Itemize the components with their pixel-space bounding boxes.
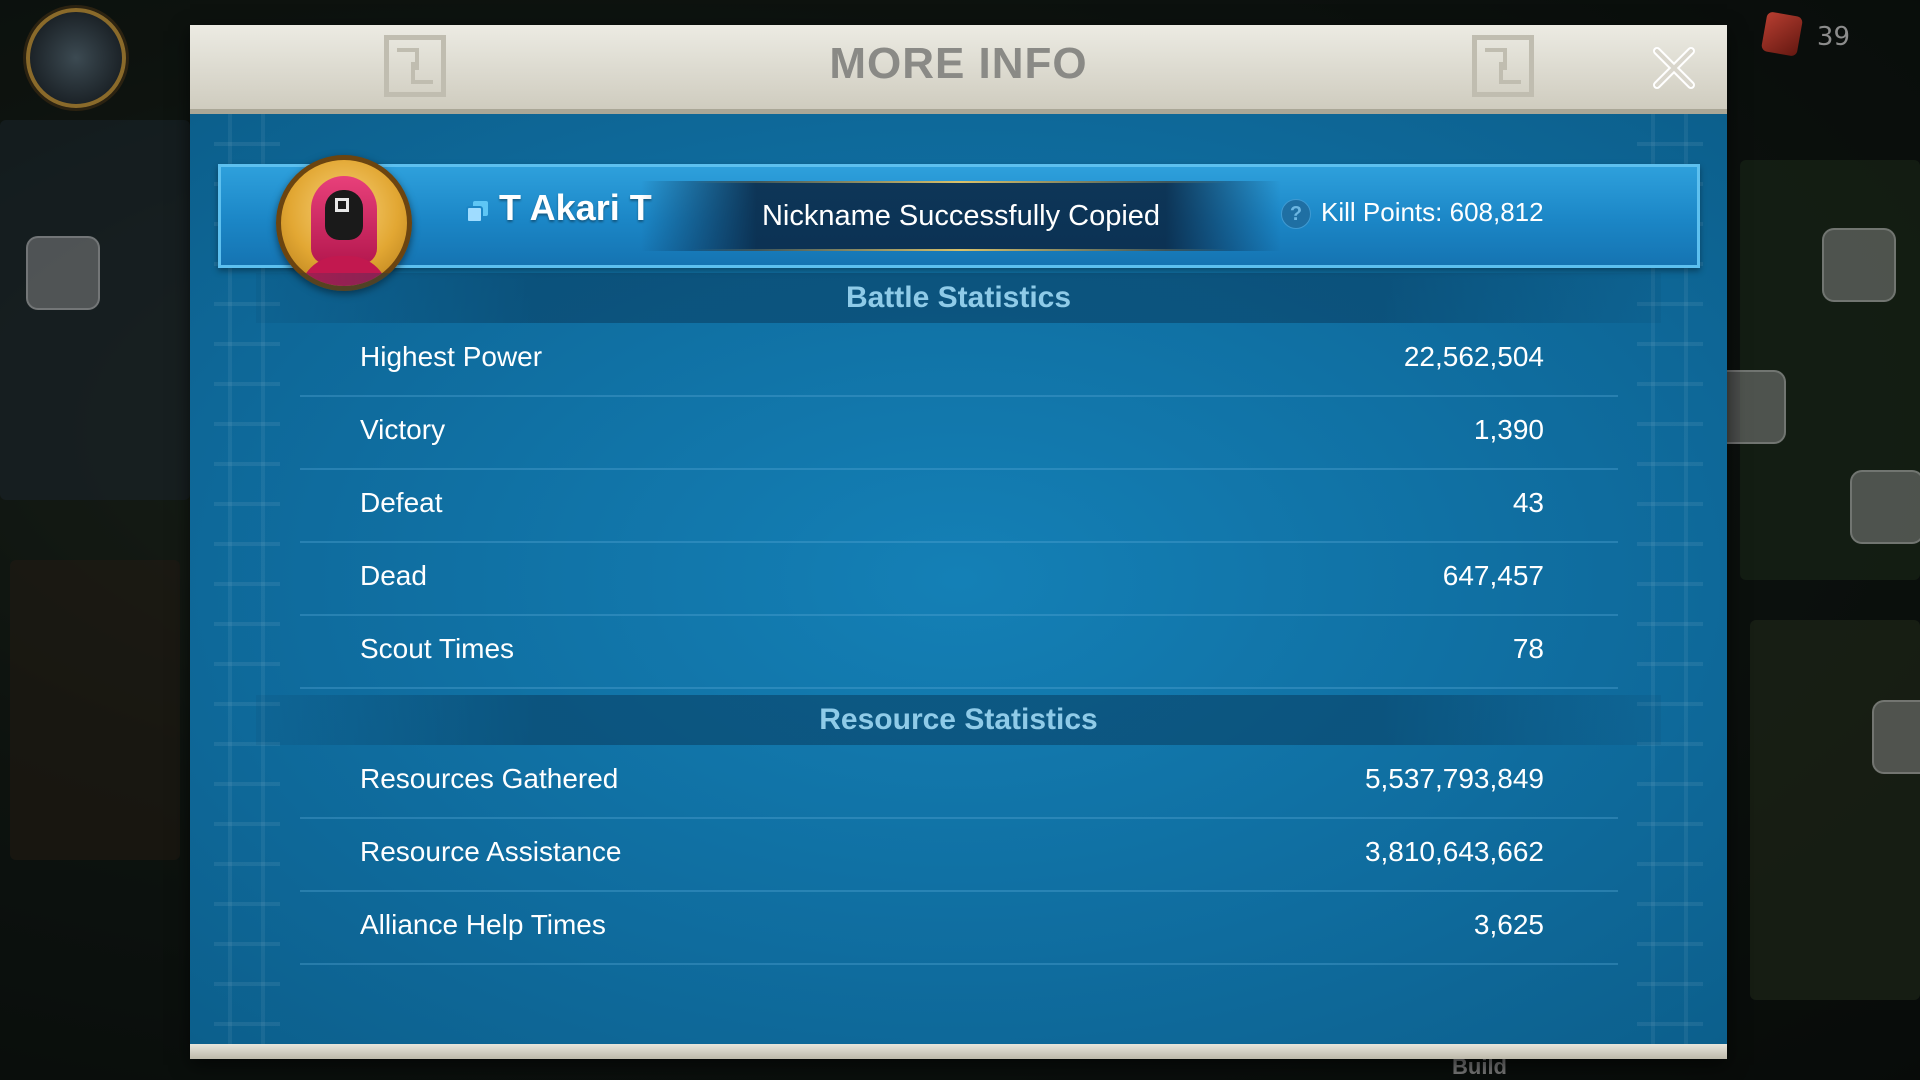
stat-row: Dead 647,457 — [300, 542, 1618, 616]
resource-bubble[interactable] — [1872, 700, 1920, 774]
stat-row: Alliance Help Times 3,625 — [300, 891, 1618, 965]
copy-icon[interactable] — [465, 199, 491, 225]
stat-row: Highest Power 22,562,504 — [300, 323, 1618, 397]
toast-text: Nickname Successfully Copied — [761, 199, 1161, 232]
stat-row: Victory 1,390 — [300, 396, 1618, 470]
player-avatar-hud[interactable] — [26, 8, 126, 108]
stat-row: Scout Times 78 — [300, 615, 1618, 689]
stat-value: 3,625 — [1473, 909, 1544, 940]
stat-label: Victory — [360, 414, 446, 445]
player-name[interactable]: T Akari T — [499, 187, 652, 229]
kill-points: Kill Points: 608,812 — [1321, 197, 1544, 227]
stat-label: Highest Power — [360, 341, 543, 372]
more-info-modal: MORE INFO T Akari T Nickname Successfull… — [190, 25, 1727, 1059]
modal-title: MORE INFO — [829, 39, 1088, 88]
copied-toast: Nickname Successfully Copied — [641, 181, 1281, 251]
quest-bubble[interactable] — [26, 236, 100, 310]
modal-body: T Akari T Nickname Successfully Copied ?… — [190, 114, 1727, 1044]
stat-label: Scout Times — [360, 633, 515, 664]
stat-value: 5,537,793,849 — [1364, 763, 1544, 794]
help-icon[interactable]: ? — [1281, 199, 1311, 229]
stat-value: 78 — [1512, 633, 1544, 664]
gem-icon — [1760, 11, 1804, 57]
stat-value: 1,390 — [1473, 414, 1544, 445]
stat-value: 22,562,504 — [1403, 341, 1544, 372]
hud-counter: 39 — [1816, 22, 1850, 52]
resource-statistics-header: Resource Statistics — [256, 695, 1661, 745]
stat-row: Defeat 43 — [300, 469, 1618, 543]
stat-row: Resources Gathered 5,537,793,849 — [300, 745, 1618, 819]
avatar-mask — [325, 190, 363, 240]
stat-value: 647,457 — [1442, 560, 1544, 591]
player-avatar[interactable] — [276, 155, 412, 291]
battle-statistics-header: Battle Statistics — [256, 273, 1661, 323]
stat-value: 43 — [1512, 487, 1544, 518]
stat-label: Alliance Help Times — [360, 909, 606, 940]
modal-footer — [190, 1044, 1727, 1059]
stat-label: Defeat — [360, 487, 443, 518]
stat-label: Resource Assistance — [360, 836, 622, 867]
stat-label: Resources Gathered — [360, 763, 619, 794]
close-icon — [1653, 47, 1695, 89]
stat-row: Resource Assistance 3,810,643,662 — [300, 818, 1618, 892]
stat-value: 3,810,643,662 — [1364, 836, 1544, 867]
stat-label: Dead — [360, 560, 427, 591]
resource-bubble[interactable] — [1822, 228, 1896, 302]
modal-header: MORE INFO — [190, 25, 1727, 114]
player-banner: T Akari T Nickname Successfully Copied ?… — [218, 155, 1700, 291]
close-button[interactable] — [1645, 39, 1703, 97]
resource-bubble[interactable] — [1850, 470, 1920, 544]
